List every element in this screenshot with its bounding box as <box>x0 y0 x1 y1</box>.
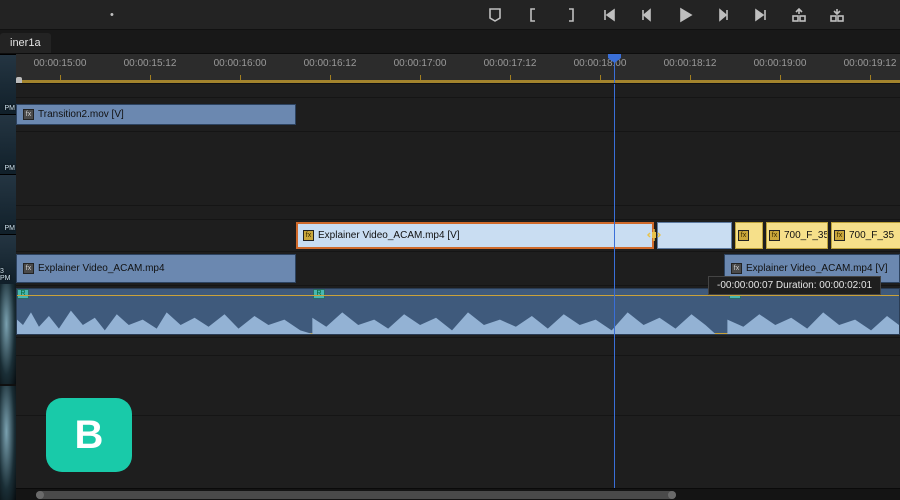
clip-yellow-a[interactable]: fx <box>735 222 763 249</box>
track-a2[interactable] <box>0 338 900 356</box>
clip-below[interactable]: fx Explainer Video_ACAM.mp4 <box>16 254 296 283</box>
track-v3[interactable]: fx Transition2.mov [V] <box>0 98 900 132</box>
thumb-time: PM <box>5 105 16 112</box>
step-back-icon[interactable] <box>636 4 658 26</box>
play-icon[interactable] <box>674 4 696 26</box>
media-thumbnail[interactable] <box>0 386 16 500</box>
timeline-scrollbar[interactable] <box>16 488 900 500</box>
trim-tooltip: -00:00:00:07 Duration: 00:00:02:01 <box>708 276 881 295</box>
timecode-ruler[interactable]: 00:00:15:0000:00:15:1200:00:16:0000:00:1… <box>0 54 900 84</box>
fx-badge-icon: fx <box>738 230 749 241</box>
sequence-tab-bar: iner1a <box>0 30 900 54</box>
clip-label: 700_F_35 <box>849 230 894 241</box>
fx-badge-icon: fx <box>23 109 34 120</box>
thumb-time: PM <box>5 225 16 232</box>
program-toolbar: • <box>0 0 900 30</box>
audio-clip[interactable]: R R R <box>16 288 900 335</box>
extract-icon[interactable] <box>826 4 848 26</box>
clip-yellow-c[interactable]: fx 700_F_35 <box>831 222 900 249</box>
lift-icon[interactable] <box>788 4 810 26</box>
clip-tail[interactable] <box>657 222 732 249</box>
track-v2[interactable] <box>0 132 900 206</box>
clip-label: Explainer Video_ACAM.mp4 [V] <box>318 230 460 241</box>
go-to-in-icon[interactable] <box>598 4 620 26</box>
audio-marker: R <box>17 289 29 299</box>
fx-badge-icon: fx <box>23 263 34 274</box>
track-v1[interactable]: fx Explainer Video_ACAM.mp4 [V] fx fx 70… <box>0 220 900 252</box>
media-thumbnail[interactable] <box>0 284 16 384</box>
slip-cursor-icon <box>647 228 661 242</box>
out-bracket-icon[interactable] <box>560 4 582 26</box>
playhead-line[interactable] <box>614 84 615 500</box>
clip-label: Explainer Video_ACAM.mp4 [V] <box>746 263 888 274</box>
rubber-band[interactable] <box>17 295 899 296</box>
clip-label: 700_F_35 <box>784 230 828 241</box>
thumb-time: 3 PM <box>0 268 15 282</box>
clip-selected[interactable]: fx Explainer Video_ACAM.mp4 [V] <box>296 222 654 249</box>
step-forward-icon[interactable] <box>712 4 734 26</box>
go-to-out-icon[interactable] <box>750 4 772 26</box>
fx-badge-icon: fx <box>731 263 742 274</box>
snap-toggle[interactable]: • <box>110 9 114 21</box>
b-badge: B <box>46 398 132 472</box>
fx-badge-icon: fx <box>769 230 780 241</box>
fx-badge-icon: fx <box>834 230 845 241</box>
marker-icon[interactable] <box>484 4 506 26</box>
playhead[interactable] <box>614 54 615 84</box>
waveform <box>17 307 899 334</box>
b-badge-letter: B <box>75 413 104 458</box>
source-thumbnail-strip: PM PM PM 3 PM <box>0 54 16 500</box>
in-bracket-icon[interactable] <box>522 4 544 26</box>
thumb-time: PM <box>5 165 16 172</box>
clip-label: Explainer Video_ACAM.mp4 <box>38 263 165 274</box>
timeline-tracks: fx Transition2.mov [V] fx Explainer Vide… <box>0 84 900 500</box>
audio-marker: R <box>313 289 325 299</box>
fx-badge-icon: fx <box>303 230 314 241</box>
clip-transition[interactable]: fx Transition2.mov [V] <box>16 104 296 125</box>
sequence-tab[interactable]: iner1a <box>0 33 51 53</box>
clip-yellow-b[interactable]: fx 700_F_35 <box>766 222 828 249</box>
clip-label: Transition2.mov [V] <box>38 109 124 120</box>
